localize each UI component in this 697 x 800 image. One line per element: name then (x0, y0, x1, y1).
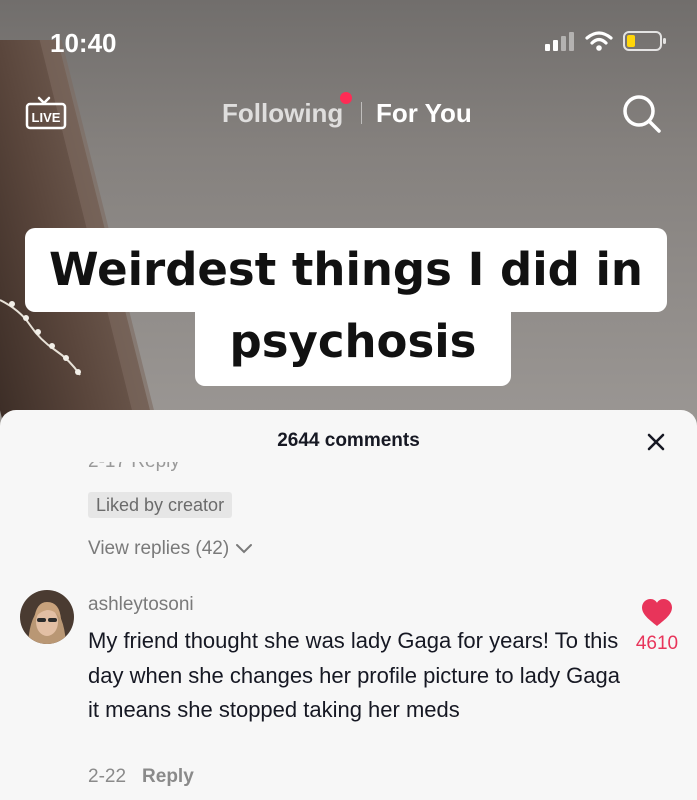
tab-divider (361, 102, 362, 124)
view-replies-label: View replies (42) (88, 538, 230, 559)
wifi-icon (585, 31, 613, 51)
notification-dot (340, 92, 352, 104)
status-time: 10:40 (50, 28, 117, 58)
heart-icon (642, 599, 672, 626)
view-replies-button[interactable]: View replies (42) (88, 538, 253, 560)
search-button[interactable] (620, 92, 664, 141)
search-icon (623, 95, 661, 133)
video-caption-line-2: psychosis (195, 300, 511, 386)
comments-count: 2644 comments (277, 430, 420, 451)
live-label: LIVE (32, 110, 61, 125)
close-icon (647, 433, 665, 451)
comment-meta: 2-22 Reply (88, 766, 194, 788)
tab-for-you[interactable]: For You (376, 98, 472, 129)
status-icons (545, 30, 667, 52)
comments-sheet: 2644 comments 2-17 Reply Liked by creato… (0, 410, 697, 800)
live-tv-icon: LIVE (25, 96, 67, 130)
like-count: 4610 (635, 633, 679, 654)
chevron-down-icon (236, 544, 253, 554)
avatar[interactable] (20, 590, 74, 644)
like-button[interactable]: 4610 (632, 598, 682, 655)
battery-icon (623, 31, 666, 51)
previous-comment-meta: 2-17 Reply (88, 462, 180, 474)
comment-text: My friend thought she was lady Gaga for … (88, 628, 620, 722)
top-nav: LIVE Following For You (0, 88, 697, 138)
status-bar: 10:40 (0, 0, 697, 80)
comment-username[interactable]: ashleytosoni (88, 594, 194, 616)
close-comments-button[interactable] (640, 426, 672, 458)
avatar-image (20, 590, 74, 644)
comment-date: 2-22 (88, 766, 127, 787)
cellular-signal-icon (545, 32, 574, 51)
liked-by-creator-badge: Liked by creator (88, 492, 233, 518)
tab-following[interactable]: Following (222, 98, 343, 129)
live-button[interactable]: LIVE (24, 92, 70, 143)
reply-button[interactable]: Reply (142, 766, 194, 788)
